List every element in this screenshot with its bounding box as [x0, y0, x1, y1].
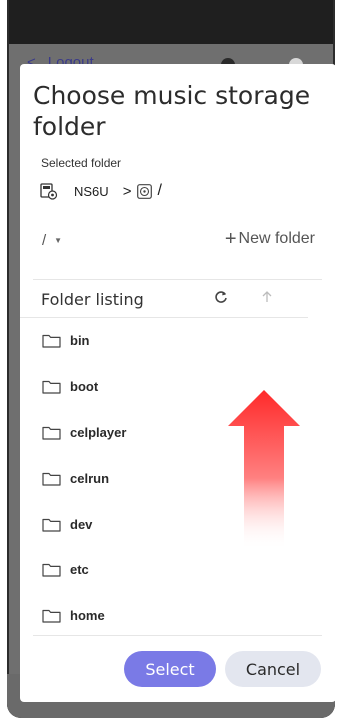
cancel-button[interactable]: Cancel — [225, 651, 321, 687]
folder-icon — [42, 335, 61, 348]
dialog-title: Choose music storage folder — [33, 81, 311, 141]
status-bar — [9, 0, 333, 44]
folder-name: dev — [70, 516, 93, 532]
folder-row[interactable]: home — [20, 593, 336, 634]
disk-icon[interactable] — [137, 183, 153, 199]
choose-folder-dialog: Choose music storage folder Selected fol… — [20, 64, 336, 702]
folder-icon — [42, 472, 61, 486]
root-path[interactable]: / — [157, 182, 161, 200]
arrow-up-icon[interactable] — [260, 290, 274, 304]
folder-listing-header: Folder listing — [41, 290, 144, 309]
folder-name: celplayer — [70, 424, 127, 440]
new-folder-button[interactable]: + New folder — [224, 228, 315, 250]
folder-name: etc — [70, 562, 89, 578]
folder-icon — [42, 381, 61, 394]
folder-icon — [42, 564, 61, 577]
selected-path: NS6U > / — [40, 180, 162, 202]
current-dir-dropdown[interactable]: / ▼ — [42, 232, 62, 249]
folder-row[interactable]: etc — [20, 547, 336, 593]
path-separator: > — [122, 182, 132, 200]
folder-icon — [42, 518, 61, 532]
refresh-icon[interactable] — [214, 290, 228, 304]
folder-icon — [42, 426, 61, 440]
folder-name: bin — [70, 333, 90, 349]
plus-icon: + — [224, 228, 237, 250]
divider — [33, 279, 322, 280]
current-dir-value: / — [42, 232, 47, 249]
device-name[interactable]: NS6U — [74, 184, 109, 199]
usb-drive-icon — [40, 183, 58, 200]
scroll-up-arrow-icon — [228, 390, 300, 550]
new-folder-label: New folder — [238, 230, 315, 247]
folder-row[interactable]: bin — [20, 318, 336, 364]
selected-folder-label: Selected folder — [41, 156, 122, 170]
folder-icon — [42, 610, 61, 623]
caret-down-icon: ▼ — [54, 236, 63, 245]
folder-name: celrun — [70, 470, 110, 486]
divider — [33, 635, 322, 636]
folder-name: home — [70, 608, 105, 624]
folder-name: boot — [70, 379, 99, 395]
select-button[interactable]: Select — [124, 651, 216, 687]
